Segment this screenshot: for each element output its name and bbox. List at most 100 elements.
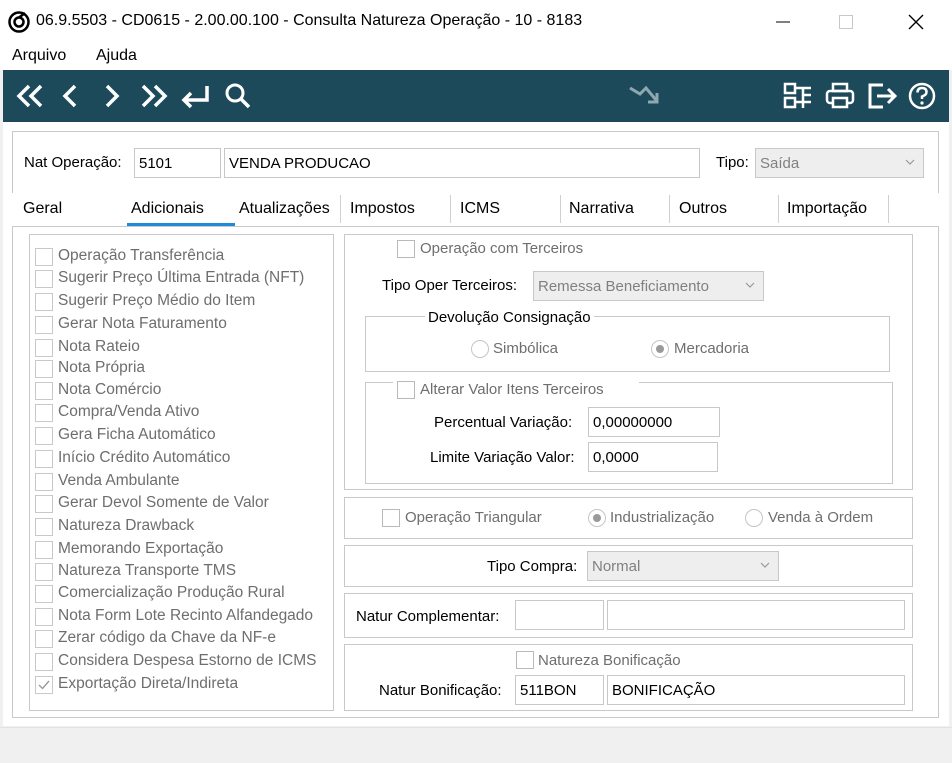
checkbox[interactable]	[35, 382, 53, 400]
flag-label: Gera Ficha Automático	[58, 426, 216, 443]
flag-label: Exportação Direta/Indireta	[58, 675, 239, 692]
tab-atualizacoes[interactable]: Atualizações	[239, 200, 330, 226]
checkbox[interactable]	[35, 563, 53, 581]
help-icon[interactable]	[905, 80, 939, 112]
industrializacao-label: Industrialização	[610, 509, 715, 526]
industrializacao-radio[interactable]	[588, 509, 606, 527]
tab-separator	[560, 195, 561, 223]
flag-label: Nota Própria	[58, 359, 146, 376]
merge-icon[interactable]	[628, 80, 662, 112]
checkbox[interactable]	[35, 427, 53, 445]
flag-label: Nota Form Lote Recinto Alfandegado	[58, 607, 314, 624]
nat-operacao-label: Nat Operação:	[24, 154, 122, 171]
operacao-terceiros-label: Operação com Terceiros	[420, 240, 584, 257]
tipo-oper-terceiros-select[interactable]: Remessa Beneficiamento	[533, 271, 764, 301]
menu-arquivo[interactable]: Arquivo	[12, 47, 66, 65]
toolbar	[3, 70, 949, 122]
next-icon[interactable]	[95, 80, 129, 112]
tipo-select-value: Saída	[760, 155, 800, 172]
flag-label: Natureza Drawback	[58, 517, 195, 534]
checkbox[interactable]	[35, 473, 53, 491]
flag-label: Memorando Exportação	[58, 540, 224, 557]
natur-complementar-label: Natur Complementar:	[356, 608, 500, 625]
checkbox[interactable]	[35, 404, 53, 422]
menu-ajuda[interactable]: Ajuda	[96, 47, 137, 65]
natureza-bonificacao-label: Natureza Bonificação	[538, 652, 681, 669]
natureza-bonificacao-checkbox[interactable]	[516, 651, 534, 669]
alterar-valor-label: Alterar Valor Itens Terceiros	[420, 381, 604, 398]
nat-operacao-code-field[interactable]: 5101	[134, 148, 221, 178]
natur-complementar-code-field[interactable]	[515, 600, 604, 630]
maximize-icon[interactable]	[831, 8, 861, 36]
natur-complementar-desc-field[interactable]	[607, 600, 905, 630]
tab-outros[interactable]: Outros	[679, 200, 727, 226]
tab-separator	[778, 195, 779, 223]
close-icon[interactable]	[901, 8, 931, 36]
chevron-down-icon	[760, 562, 770, 568]
flag-label: Compra/Venda Ativo	[58, 403, 200, 420]
main-panel: Nat Operação: 5101 VENDA PRODUCAO Tipo: …	[3, 122, 949, 726]
tipo-select[interactable]: Saída	[755, 148, 924, 178]
tree-icon[interactable]	[781, 80, 815, 112]
checkbox[interactable]	[35, 585, 53, 603]
flag-label: Gerar Devol Somente de Valor	[58, 494, 269, 511]
print-icon[interactable]	[823, 80, 857, 112]
checkbox[interactable]	[35, 270, 53, 288]
percentual-variacao-field[interactable]: 0,00000000	[588, 407, 720, 437]
flag-label: Sugerir Preço Médio do Item	[58, 292, 256, 309]
search-icon[interactable]	[221, 80, 255, 112]
first-icon[interactable]	[13, 80, 47, 112]
alterar-valor-checkbox[interactable]	[397, 381, 415, 399]
tab-narrativa[interactable]: Narrativa	[569, 200, 634, 226]
title-bar: 06.9.5503 - CD0615 - 2.00.00.100 - Consu…	[0, 0, 952, 44]
flag-label: Venda Ambulante	[58, 472, 180, 489]
flag-label: Considera Despesa Estorno de ICMS	[58, 652, 317, 669]
flag-label: Comercialização Produção Rural	[58, 584, 285, 601]
tab-separator	[888, 195, 889, 223]
venda-ordem-label: Venda à Ordem	[768, 509, 874, 526]
percentual-variacao-label: Percentual Variação:	[434, 414, 573, 431]
tab-separator	[450, 195, 451, 223]
checkbox[interactable]	[35, 630, 53, 648]
flag-label: Nota Comércio	[58, 381, 162, 398]
operacao-triangular-checkbox[interactable]	[382, 509, 400, 527]
checkbox[interactable]	[35, 518, 53, 536]
mercadoria-radio[interactable]	[651, 340, 669, 358]
operacao-terceiros-checkbox[interactable]	[397, 240, 415, 258]
minimize-icon[interactable]	[768, 8, 798, 36]
exit-icon[interactable]	[865, 80, 899, 112]
tipo-compra-label: Tipo Compra:	[487, 558, 578, 575]
checkmark-icon	[38, 680, 50, 690]
return-icon[interactable]	[179, 80, 213, 112]
flag-label: Zerar código da Chave da NF-e	[58, 629, 276, 646]
simbolica-radio[interactable]	[471, 340, 489, 358]
tab-impostos[interactable]: Impostos	[350, 200, 415, 226]
checkbox[interactable]	[35, 248, 53, 266]
tipo-oper-terceiros-label: Tipo Oper Terceiros:	[382, 277, 518, 294]
tab-separator	[669, 195, 670, 223]
tab-geral[interactable]: Geral	[23, 200, 62, 226]
tab-icms[interactable]: ICMS	[460, 200, 500, 226]
checkbox[interactable]	[35, 316, 53, 334]
last-icon[interactable]	[137, 80, 171, 112]
natur-bonificacao-desc-field[interactable]: BONIFICAÇÃO	[607, 675, 905, 705]
chevron-down-icon	[745, 282, 755, 288]
checkbox-checked[interactable]	[35, 676, 53, 694]
tipo-compra-select[interactable]: Normal	[587, 551, 779, 581]
natur-bonificacao-code-field[interactable]: 511BON	[515, 675, 604, 705]
checkbox[interactable]	[35, 360, 53, 378]
previous-icon[interactable]	[55, 80, 89, 112]
devolucao-consignacao-title: Devolução Consignação	[425, 309, 594, 326]
checkbox[interactable]	[35, 541, 53, 559]
flag-label: Início Crédito Automático	[58, 449, 231, 466]
checkbox[interactable]	[35, 495, 53, 513]
checkbox[interactable]	[35, 653, 53, 671]
checkbox[interactable]	[35, 339, 53, 357]
limite-variacao-field[interactable]: 0,0000	[588, 442, 718, 472]
checkbox[interactable]	[35, 293, 53, 311]
venda-ordem-radio[interactable]	[745, 509, 763, 527]
checkbox[interactable]	[35, 450, 53, 468]
nat-operacao-desc-field[interactable]: VENDA PRODUCAO	[224, 148, 700, 178]
checkbox[interactable]	[35, 608, 53, 626]
tab-importacao[interactable]: Importação	[787, 200, 867, 226]
